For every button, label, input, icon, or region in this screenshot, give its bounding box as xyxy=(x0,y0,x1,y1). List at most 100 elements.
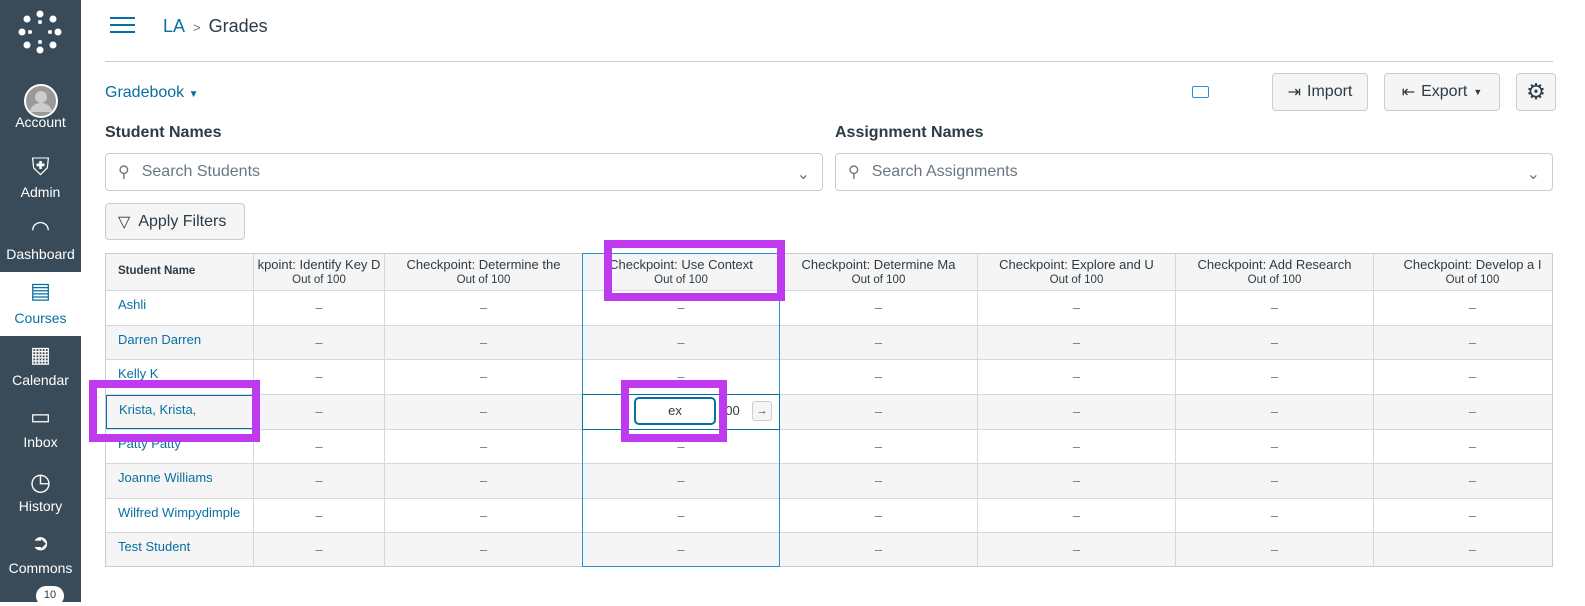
grade-cell[interactable]: – xyxy=(978,325,1176,359)
grade-cell[interactable]: – xyxy=(780,360,978,394)
grade-cell[interactable]: – xyxy=(780,291,978,325)
nav-calendar[interactable]: ▦ Calendar xyxy=(0,338,81,401)
grade-cell[interactable]: – xyxy=(978,394,1176,429)
grade-cell[interactable]: – xyxy=(385,325,583,359)
grade-cell[interactable]: – xyxy=(978,429,1176,463)
table-row: Darren Darren – – – – – – – xyxy=(106,325,1552,360)
grade-cell[interactable]: – xyxy=(385,394,583,429)
student-name-link[interactable]: Ashli xyxy=(118,297,146,312)
grade-cell[interactable]: – xyxy=(254,291,385,325)
grade-cell[interactable]: – xyxy=(583,464,780,498)
grade-cell[interactable]: – xyxy=(254,394,385,429)
assignment-column-header[interactable]: Checkpoint: Use Context Out of 100 xyxy=(583,254,780,290)
student-name-header[interactable]: Student Name xyxy=(106,254,254,290)
grade-cell[interactable]: – xyxy=(1176,325,1374,359)
grade-cell[interactable]: – xyxy=(1176,360,1374,394)
chevron-down-icon[interactable]: ⌄ xyxy=(1527,164,1540,184)
grade-cell[interactable]: – xyxy=(780,533,978,566)
grade-cell[interactable]: – xyxy=(1176,464,1374,498)
points-possible-label: Out of 100 xyxy=(851,274,906,286)
nav-admin[interactable]: ⛨ Admin xyxy=(0,150,81,213)
search-students-input[interactable]: ⚲ Search Students ⌄ xyxy=(105,153,823,191)
grade-cell[interactable]: – xyxy=(583,429,780,463)
grade-cell[interactable]: – xyxy=(780,498,978,532)
grade-cell[interactable]: – xyxy=(780,429,978,463)
grade-input[interactable]: ex xyxy=(634,397,716,425)
grade-cell[interactable]: – xyxy=(1374,464,1552,498)
grade-cell[interactable]: – xyxy=(978,291,1176,325)
grade-cell[interactable]: – xyxy=(1374,499,1552,533)
grade-cell[interactable]: – xyxy=(385,291,583,325)
grade-cell[interactable]: – xyxy=(583,360,780,394)
assignment-column-header[interactable]: Checkpoint: Add Research Out of 100 xyxy=(1176,254,1374,290)
student-name-link[interactable]: Test Student xyxy=(118,539,190,554)
student-name-link[interactable]: Kelly K xyxy=(118,366,158,381)
open-grade-detail-button[interactable]: → xyxy=(752,401,772,421)
grade-cell[interactable]: – xyxy=(1374,430,1552,464)
grade-cell[interactable]: – xyxy=(1176,394,1374,429)
nav-courses[interactable]: ▤ Courses xyxy=(0,272,81,336)
chevron-down-icon[interactable]: ⌄ xyxy=(797,164,810,184)
assignment-names-label: Assignment Names xyxy=(835,124,984,141)
grade-cell[interactable]: – xyxy=(254,360,385,394)
nav-account[interactable]: Account xyxy=(0,80,81,143)
export-button[interactable]: ⇤ Export ▼ xyxy=(1384,73,1500,111)
nav-history[interactable]: ◷ History xyxy=(0,464,81,527)
student-name-link[interactable]: Wilfred Wimpydimple xyxy=(118,505,240,520)
student-name-link[interactable]: Patty Patty xyxy=(118,436,181,451)
assignment-column-header[interactable]: Checkpoint: Determine Ma Out of 100 xyxy=(780,254,978,290)
student-name-link[interactable]: Joanne Williams xyxy=(118,470,213,485)
grade-cell[interactable]: – xyxy=(583,533,780,566)
grade-cell[interactable]: – xyxy=(1176,533,1374,566)
grade-cell[interactable]: – xyxy=(583,498,780,532)
grade-cell[interactable]: – xyxy=(385,429,583,463)
grade-cell[interactable]: – xyxy=(780,394,978,429)
grade-cell[interactable]: – xyxy=(1374,360,1552,394)
nav-inbox[interactable]: ▭ Inbox xyxy=(0,400,81,463)
grade-cell[interactable]: – xyxy=(1176,291,1374,325)
grade-cell[interactable]: – xyxy=(978,498,1176,532)
grade-cell[interactable]: – xyxy=(1374,326,1552,360)
settings-button[interactable]: ⚙ xyxy=(1516,73,1556,111)
grade-cell[interactable]: – xyxy=(1374,533,1552,566)
import-button[interactable]: ⇥ Import xyxy=(1272,73,1368,111)
search-assignments-input[interactable]: ⚲ Search Assignments ⌄ xyxy=(835,153,1553,191)
gradebook-menu[interactable]: Gradebook ▼ xyxy=(105,84,199,102)
assignment-column-header[interactable]: Checkpoint: Determine the Out of 100 xyxy=(385,254,583,290)
grade-cell[interactable]: – xyxy=(385,533,583,566)
table-row: Test Student – – – – – – – xyxy=(106,533,1552,566)
divider xyxy=(105,61,1553,62)
hamburger-menu-button[interactable] xyxy=(110,17,135,35)
export-icon: ⇤ xyxy=(1401,84,1416,101)
grade-cell[interactable]: – xyxy=(583,325,780,359)
grade-cell[interactable]: – xyxy=(1176,429,1374,463)
assignment-column-header[interactable]: kpoint: Identify Key D Out of 100 xyxy=(254,254,385,290)
grade-cell[interactable]: – xyxy=(1176,498,1374,532)
grade-cell[interactable]: – xyxy=(385,498,583,532)
nav-dashboard[interactable]: ◠ Dashboard xyxy=(0,212,81,275)
assignment-column-header[interactable]: Checkpoint: Explore and U Out of 100 xyxy=(978,254,1176,290)
grade-cell[interactable]: – xyxy=(780,325,978,359)
grade-cell[interactable]: – xyxy=(978,360,1176,394)
grade-cell[interactable]: – xyxy=(254,498,385,532)
assignment-column-header[interactable]: Checkpoint: Develop a I Out of 100 xyxy=(1374,254,1552,290)
grade-cell[interactable]: – xyxy=(1374,395,1552,429)
grade-cell[interactable]: – xyxy=(780,464,978,498)
canvas-logo-icon[interactable] xyxy=(18,10,62,54)
grade-cell[interactable]: – xyxy=(385,360,583,394)
grade-cell[interactable]: – xyxy=(978,533,1176,566)
grade-cell[interactable]: – xyxy=(1374,291,1552,325)
breadcrumb-course-link[interactable]: LA xyxy=(163,16,185,36)
grade-cell[interactable]: – xyxy=(254,533,385,566)
grade-cell[interactable]: – xyxy=(254,429,385,463)
grade-cell[interactable]: – xyxy=(583,291,780,325)
keyboard-icon[interactable] xyxy=(1192,86,1209,98)
grade-cell[interactable]: – xyxy=(978,464,1176,498)
nav-commons[interactable]: ➲ Commons xyxy=(0,526,81,589)
student-name-link[interactable]: Krista, Krista, xyxy=(119,402,196,417)
grade-cell[interactable]: – xyxy=(254,464,385,498)
grade-cell[interactable]: – xyxy=(254,325,385,359)
student-name-link[interactable]: Darren Darren xyxy=(118,332,201,347)
grade-cell[interactable]: – xyxy=(385,464,583,498)
apply-filters-button[interactable]: ▽ Apply Filters xyxy=(105,203,245,240)
